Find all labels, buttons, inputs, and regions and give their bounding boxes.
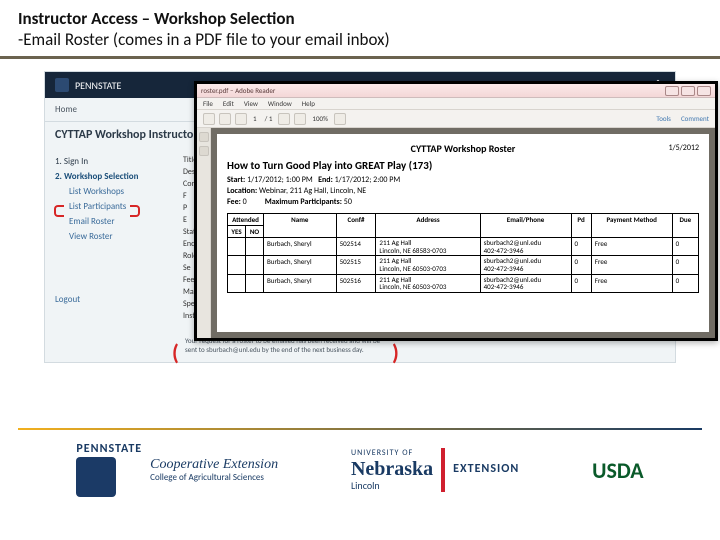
portal-brand-text: PENNSTATE — [75, 79, 121, 92]
comment-link[interactable]: Comment — [681, 114, 709, 123]
thumbnails-icon[interactable] — [199, 132, 209, 142]
pdf-window-title: roster.pdf – Adobe Reader — [201, 86, 275, 95]
slide-title-rest: -Email Roster (comes in a PDF file to yo… — [18, 29, 390, 50]
zoom-in-icon[interactable] — [294, 113, 306, 125]
pennstate-logo: PENNSTATE Cooperative Extension College … — [76, 442, 278, 498]
unl-bar-icon — [441, 448, 445, 492]
pdf-titlebar: roster.pdf – Adobe Reader — [197, 84, 715, 98]
pdf-sidebar — [197, 128, 211, 338]
pdf-menubar: File Edit View Window Help — [197, 98, 715, 110]
sidebar-item-list-participants[interactable]: List Participants — [55, 199, 175, 214]
pennstate-shield-icon — [76, 457, 116, 497]
menu-edit[interactable]: Edit — [223, 99, 234, 108]
zoom-level[interactable]: 100% — [310, 114, 330, 123]
pdf-document: CYTTAP Workshop Roster 1/5/2012 How to T… — [217, 134, 709, 332]
sidebar-item-email-roster[interactable]: Email Roster — [55, 214, 175, 229]
sidebar-step-signin[interactable]: 1. Sign In — [55, 154, 175, 169]
col-no: NO — [246, 226, 264, 238]
sidebar-item-view-roster[interactable]: View Roster — [55, 229, 175, 244]
col-conf: Conf# — [336, 214, 376, 238]
close-icon[interactable] — [697, 86, 711, 96]
status-bracket-left-icon: ( — [172, 339, 179, 366]
attachments-icon[interactable] — [199, 146, 209, 156]
col-due: Due — [672, 214, 698, 238]
page-count: / 1 — [263, 114, 275, 123]
page-number[interactable]: 1 — [251, 114, 259, 123]
col-method: Payment Method — [591, 214, 672, 238]
menu-view[interactable]: View — [244, 99, 258, 108]
pennstate-shield-icon — [55, 78, 69, 92]
workshop-fee-max: Fee: 0 Maximum Participants: 50 — [227, 197, 699, 207]
print-icon[interactable] — [219, 113, 231, 125]
col-yes: YES — [228, 226, 246, 238]
sidebar-step-workshop-selection[interactable]: 2. Workshop Selection — [55, 169, 175, 184]
usda-logo: USDA — [592, 442, 643, 498]
sidebar-item-list-workshops[interactable]: List Workshops — [55, 184, 175, 199]
workshop-times: Start: 1/17/2012; 1:00 PM End: 1/17/2012… — [227, 175, 699, 185]
col-email: Email/Phone — [480, 214, 571, 238]
col-attended: Attended — [228, 214, 264, 226]
save-icon[interactable] — [203, 113, 215, 125]
highlight-bracket-right-icon — [130, 205, 140, 217]
footer-logos: PENNSTATE Cooperative Extension College … — [0, 428, 720, 540]
pdf-page-area[interactable]: CYTTAP Workshop Roster 1/5/2012 How to T… — [211, 128, 715, 338]
logout-link[interactable]: Logout — [55, 294, 175, 305]
menu-file[interactable]: File — [203, 99, 213, 108]
pdf-viewer-window: roster.pdf – Adobe Reader File Edit View… — [194, 81, 718, 341]
workshop-title: How to Turn Good Play into GREAT Play (1… — [227, 159, 699, 172]
slide-title: Instructor Access – Workshop Selection -… — [0, 0, 720, 54]
col-address: Address — [376, 214, 480, 238]
pdf-toolbar: 1 / 1 100% Tools Comment — [197, 110, 715, 128]
nebraska-logo: UNIVERSITY OF Nebraska Lincoln EXTENSION — [351, 442, 519, 498]
footer-divider — [18, 428, 702, 430]
fit-icon[interactable] — [334, 113, 346, 125]
col-name: Name — [264, 214, 337, 238]
workshop-location: Location: Webinar, 211 Ag Hall, Lincoln,… — [227, 186, 699, 196]
menu-window[interactable]: Window — [268, 99, 292, 108]
maximize-icon[interactable] — [681, 86, 695, 96]
col-pd: Pd — [571, 214, 591, 238]
minimize-icon[interactable] — [665, 86, 679, 96]
tools-link[interactable]: Tools — [656, 114, 671, 123]
menu-help[interactable]: Help — [302, 99, 315, 108]
status-bracket-right-icon: ) — [392, 339, 399, 366]
roster-table: Attended Name Conf# Address Email/Phone … — [227, 213, 699, 293]
slide-title-bold: Instructor Access – Workshop Selection — [18, 8, 295, 29]
table-row: Burbach, Sheryl502515211 Ag HallLincoln,… — [228, 256, 699, 274]
table-row: Burbach, Sheryl502514211 Ag HallLincoln,… — [228, 238, 699, 256]
portal-sidebar: 1. Sign In 2. Workshop Selection List Wo… — [55, 154, 175, 322]
highlight-bracket-left-icon — [54, 205, 64, 217]
email-icon[interactable] — [235, 113, 247, 125]
table-row: Burbach, Sheryl502516211 Ag HallLincoln,… — [228, 274, 699, 292]
zoom-out-icon[interactable] — [278, 113, 290, 125]
